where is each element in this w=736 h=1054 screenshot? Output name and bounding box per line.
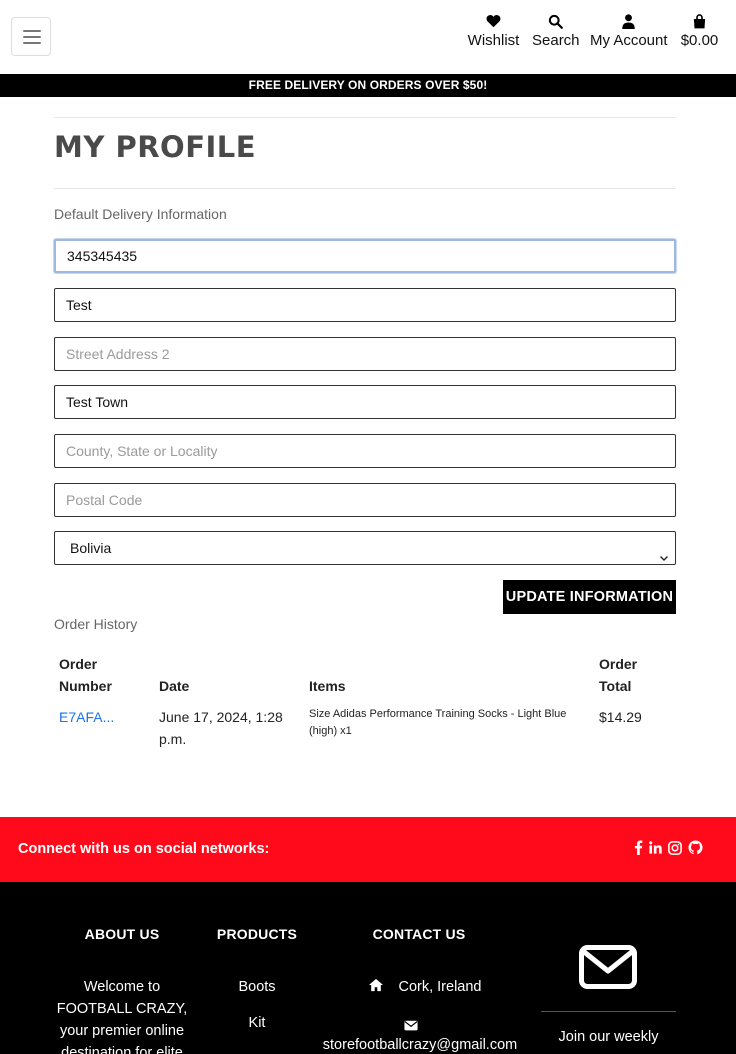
order-total-header: Order Total [599, 656, 638, 694]
my-account-link[interactable]: My Account [590, 10, 668, 49]
instagram-icon[interactable] [668, 840, 682, 860]
country-select[interactable]: Bolivia [54, 531, 676, 565]
social-text: Connect with us on social networks: [18, 841, 270, 857]
envelope-icon [579, 945, 637, 994]
order-date: June 17, 2024, 1:28 p.m. [159, 709, 283, 747]
wishlist-link[interactable]: Wishlist [467, 10, 520, 49]
order-total: $14.29 [599, 709, 642, 725]
country-selected-value: Bolivia [70, 540, 112, 556]
home-icon [368, 977, 384, 999]
date-header: Date [159, 678, 190, 694]
heart-icon [467, 10, 520, 32]
my-account-label: My Account [590, 32, 668, 49]
chevron-down-icon [659, 542, 669, 574]
social-bar: Connect with us on social networks: [0, 817, 736, 882]
street-address-2-input[interactable] [54, 337, 676, 371]
products-link-boots[interactable]: Boots [207, 976, 307, 998]
page-title: MY PROFILE [54, 130, 257, 164]
about-us-heading: ABOUT US [84, 926, 160, 942]
contact-location: Cork, Ireland [355, 976, 495, 999]
search-link[interactable]: Search [532, 10, 580, 49]
delivery-info-label: Default Delivery Information [54, 206, 227, 222]
cart-total: $0.00 [680, 32, 719, 49]
menu-toggle-button[interactable] [11, 17, 51, 56]
cart-link[interactable]: $0.00 [679, 10, 720, 49]
site-header: Wishlist Search My Account $0.00 [0, 0, 736, 74]
street-address-1-input[interactable] [54, 288, 676, 322]
shopping-bag-icon [679, 10, 720, 32]
order-number-link[interactable]: E7AFA... [59, 706, 114, 728]
newsletter-text: Join our weekly [558, 1029, 659, 1045]
github-icon[interactable] [688, 840, 703, 860]
wishlist-label: Wishlist [467, 32, 520, 49]
update-information-button[interactable]: UPDATE INFORMATION [503, 580, 676, 614]
facebook-icon[interactable] [634, 840, 643, 860]
contact-email-link[interactable]: storefootballcrazy@gmail.com [300, 1034, 540, 1054]
divider [54, 117, 676, 118]
order-number-header: Order Number [59, 656, 112, 694]
user-icon [590, 10, 667, 32]
linkedin-icon[interactable] [649, 841, 662, 859]
search-label: Search [532, 32, 580, 49]
social-icons [634, 840, 703, 860]
contact-us-heading: CONTACT US [372, 926, 466, 942]
products-heading: PRODUCTS [216, 926, 298, 942]
items-header: Items [309, 678, 346, 694]
search-icon [532, 10, 578, 32]
order-items: Size Adidas Performance Training Socks -… [309, 708, 567, 737]
divider [54, 188, 676, 189]
products-link-kit[interactable]: Kit [207, 1012, 307, 1034]
about-us-text: Welcome to FOOTBALL CRAZY, your premier … [56, 979, 188, 1054]
town-city-input[interactable] [54, 385, 676, 419]
divider [541, 1011, 676, 1012]
site-footer: ABOUT US PRODUCTS CONTACT US Welcome to … [0, 882, 736, 1054]
postal-code-input[interactable] [54, 483, 676, 517]
phone-number-input[interactable] [54, 239, 676, 273]
free-delivery-banner: FREE DELIVERY ON ORDERS OVER $50! [0, 74, 736, 97]
order-history-label: Order History [54, 616, 138, 632]
county-input[interactable] [54, 434, 676, 468]
